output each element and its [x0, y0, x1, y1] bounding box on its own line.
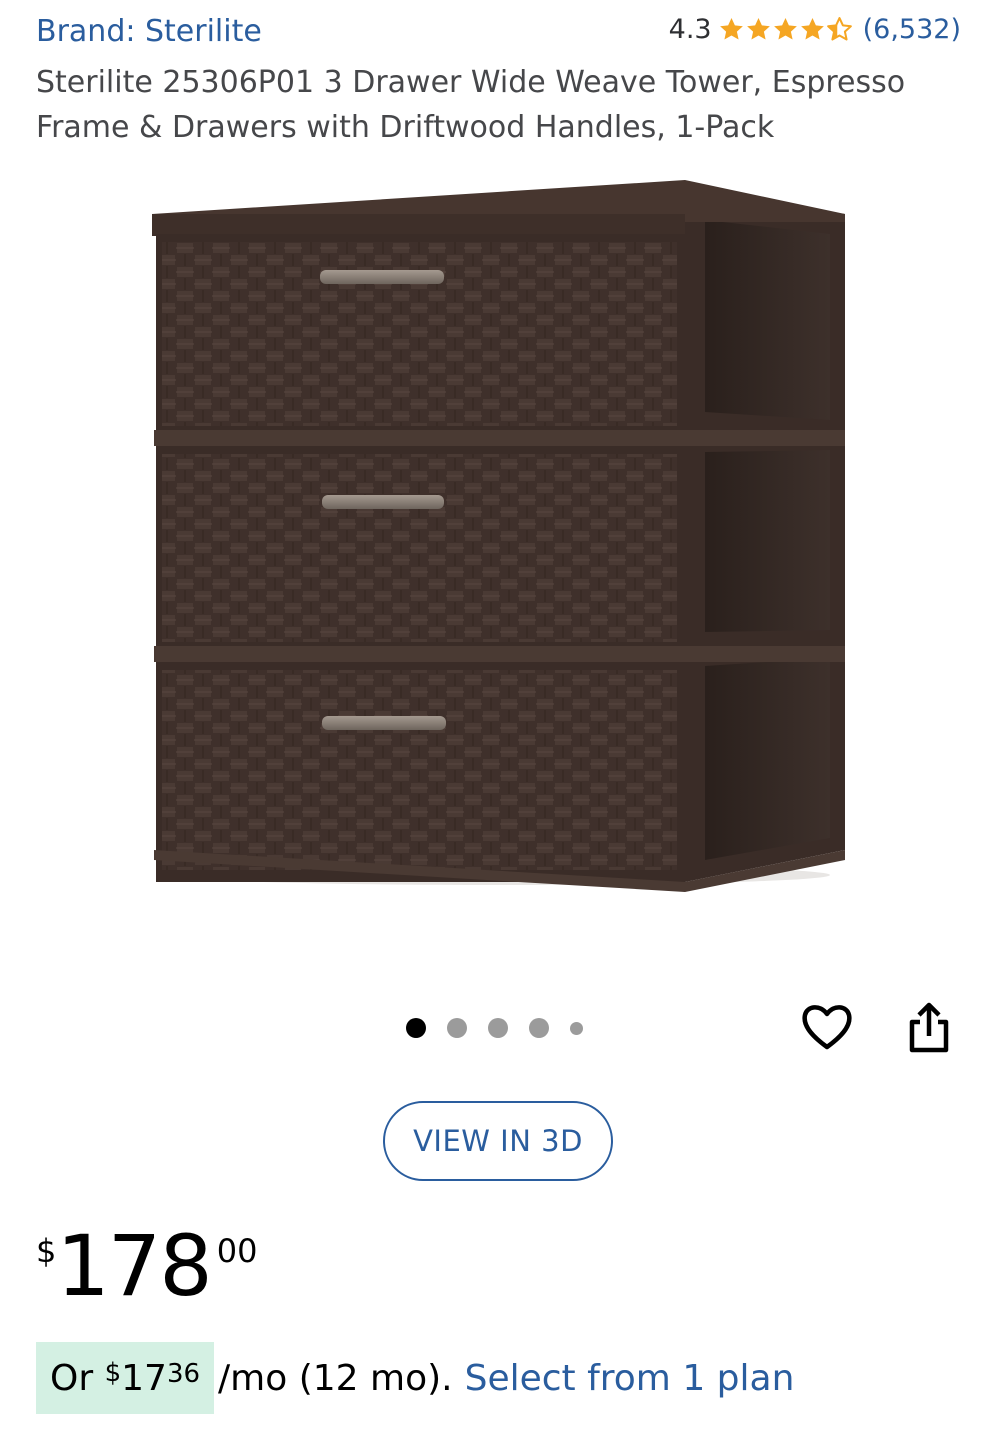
brand-link[interactable]: Brand: Sterilite [36, 14, 262, 49]
product-title: Sterilite 25306P01 3 Drawer Wide Weave T… [36, 65, 906, 145]
installment-highlight: Or $17 36 [36, 1342, 215, 1414]
select-plan-link[interactable]: Select from 1 plan [465, 1358, 795, 1399]
review-count-link[interactable]: (6,532) [863, 14, 961, 45]
installment-terms: /mo (12 mo). [218, 1357, 453, 1399]
price-currency: $ [36, 1232, 57, 1270]
carousel-dot[interactable] [447, 1018, 467, 1038]
carousel-dot[interactable] [570, 1021, 583, 1035]
image-carousel-dots [406, 1018, 583, 1038]
rating-value: 4.3 [668, 14, 712, 45]
product-image[interactable] [140, 170, 860, 930]
price-cents: 00 [216, 1232, 258, 1270]
star-full-icon [719, 18, 743, 40]
price-whole: 178 [56, 1217, 212, 1315]
installment-cents: 36 [166, 1359, 201, 1389]
star-partial-icon [826, 17, 852, 41]
installment-currency: $ [104, 1358, 122, 1388]
product-price: $ 178 00 [36, 1218, 257, 1314]
star-rating [718, 16, 853, 43]
view-in-3d-button[interactable]: VIEW IN 3D [383, 1101, 613, 1181]
star-full-icon [746, 18, 770, 40]
star-full-icon [800, 18, 824, 40]
installment-whole: 17 [121, 1357, 167, 1399]
share-icon[interactable] [902, 1000, 956, 1056]
star-full-icon [773, 18, 797, 40]
carousel-dot-active[interactable] [406, 1018, 426, 1038]
heart-outline-icon[interactable] [800, 1000, 854, 1054]
installment-prefix: Or [50, 1357, 94, 1399]
carousel-dot[interactable] [529, 1018, 549, 1038]
carousel-dot[interactable] [488, 1018, 508, 1038]
rating-summary[interactable]: 4.3 (6,532) [669, 14, 961, 45]
installment-offer: Or $17 36 /mo (12 mo). Select from 1 plan [36, 1342, 794, 1414]
